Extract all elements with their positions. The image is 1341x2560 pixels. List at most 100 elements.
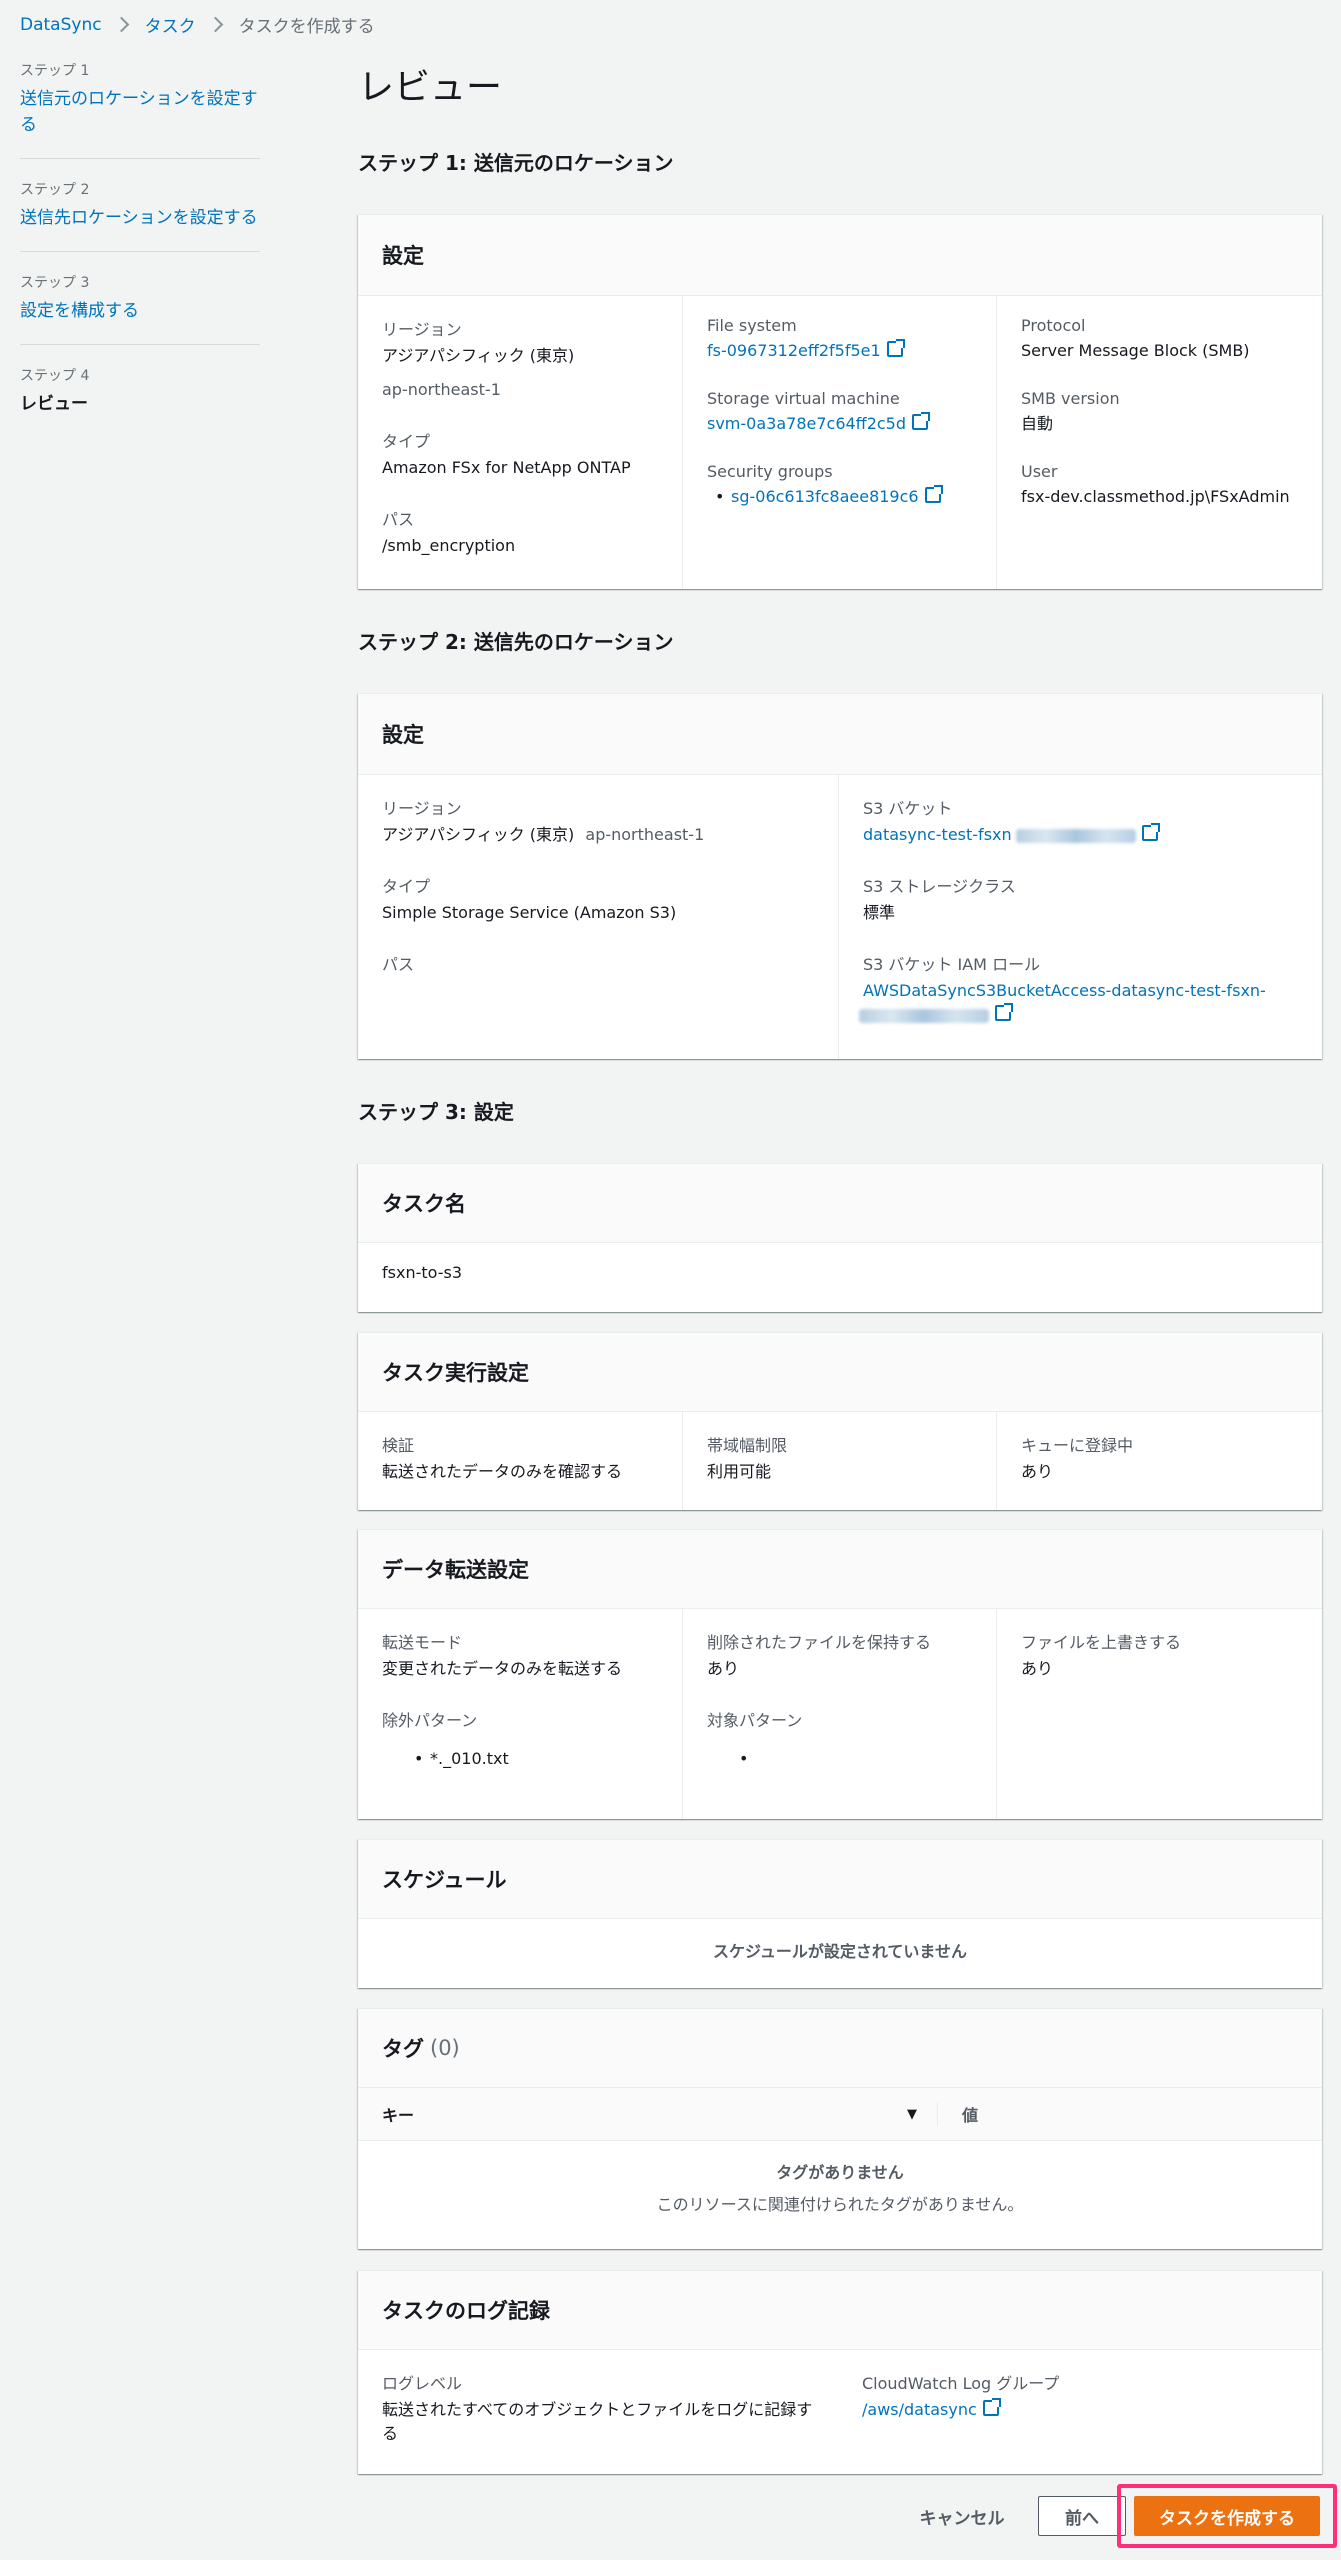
- external-link-icon: [995, 1003, 1013, 1021]
- svm-link[interactable]: svm-0a3a78e7c64ff2c5d: [707, 412, 982, 436]
- tags-key-column[interactable]: キー ▼: [358, 2102, 938, 2126]
- tags-count: (0): [430, 2036, 460, 2060]
- step1-heading: ステップ 1: 送信元のロケーション: [358, 151, 674, 175]
- iam-role-link[interactable]: AWSDataSyncS3BucketAccess-datasync-test-…: [859, 979, 1308, 1027]
- verify-label: 検証: [382, 1436, 415, 1455]
- breadcrumb-datasync-link[interactable]: DataSync: [20, 15, 102, 35]
- page-title: レビュー: [358, 67, 503, 108]
- schedule-card: スケジュール スケジュールが設定されていません: [358, 1839, 1322, 1988]
- s3-bucket-link[interactable]: datasync-test-fsxn: [863, 823, 1308, 847]
- queue-value: あり: [1021, 1462, 1054, 1481]
- nav-step-source-link[interactable]: 送信元のロケーションを設定する: [20, 86, 260, 138]
- bandwidth-label: 帯域幅制限: [707, 1436, 788, 1455]
- include-pattern-label: 対象パターン: [707, 1711, 803, 1730]
- security-group-item: • sg-06c613fc8aee819c6: [707, 485, 982, 509]
- tags-table-header: キー ▼ 値: [358, 2088, 1322, 2141]
- nav-step-number: ステップ 2: [20, 182, 90, 198]
- user-label: User: [1021, 462, 1058, 481]
- region-code: ap-northeast-1: [585, 825, 705, 844]
- chevron-right-icon: [207, 16, 223, 33]
- region-label: リージョン: [382, 799, 462, 818]
- breadcrumb-current: タスクを作成する: [238, 17, 375, 37]
- source-col-3: Protocol Server Message Block (SMB) SMB …: [996, 296, 1322, 589]
- step3-heading: ステップ 3: 設定: [358, 1100, 514, 1124]
- log-col-1: ログレベル 転送されたすべてのオブジェクトとファイルをログに記録する: [358, 2350, 838, 2474]
- cancel-button[interactable]: キャンセル: [900, 2496, 1024, 2536]
- region-code: ap-northeast-1: [382, 380, 501, 399]
- dest-col-2: S3 バケット datasync-test-fsxn S3 ストレージクラス 標…: [838, 775, 1322, 1059]
- step2-heading: ステップ 2: 送信先のロケーション: [358, 630, 674, 654]
- storage-class-label: S3 ストレージクラス: [863, 877, 1016, 896]
- card-title: データ転送設定: [358, 1530, 1322, 1609]
- card-title: タグ: [382, 2037, 424, 2061]
- keep-deleted-value: あり: [707, 1659, 740, 1678]
- exclude-pattern-item: • *._010.txt: [414, 1749, 509, 1768]
- path-value: /smb_encryption: [382, 536, 516, 555]
- source-col-2: File system fs-0967312eff2f5f5e1 Storage…: [682, 296, 996, 589]
- previous-button[interactable]: 前へ: [1038, 2496, 1126, 2536]
- transfer-col-2: 削除されたファイルを保持する あり 対象パターン •: [682, 1609, 996, 1819]
- user-value: fsx-dev.classmethod.jp\FSxAdmin: [1021, 487, 1290, 506]
- exclude-pattern-label: 除外パターン: [382, 1711, 478, 1730]
- cloudwatch-log-group-link[interactable]: /aws/datasync: [862, 2398, 1308, 2422]
- log-level-value: 転送されたすべてのオブジェクトとファイルをログに記録する: [382, 2400, 813, 2443]
- source-col-1: リージョン アジアパシフィック (東京) ap-northeast-1 タイプ …: [358, 296, 682, 589]
- type-label: タイプ: [382, 877, 431, 896]
- log-col-2: CloudWatch Log グループ /aws/datasync: [838, 2350, 1322, 2474]
- tags-empty-title: タグがありません: [776, 2163, 904, 2182]
- security-group-link[interactable]: sg-06c613fc8aee819c6: [731, 485, 943, 506]
- card-title: タスク名: [358, 1164, 1322, 1243]
- exec-col-2: 帯域幅制限 利用可能: [682, 1412, 996, 1510]
- exec-col-1: 検証 転送されたデータのみを確認する: [358, 1412, 682, 1510]
- exec-col-3: キューに登録中 あり: [996, 1412, 1322, 1510]
- task-name-card: タスク名 fsxn-to-s3: [358, 1163, 1322, 1312]
- card-title: タスク実行設定: [358, 1333, 1322, 1412]
- card-title: 設定: [358, 215, 1322, 296]
- nav-step-destination-link[interactable]: 送信先ロケーションを設定する: [20, 205, 260, 231]
- wizard-steps-nav: ステップ 1 送信元のロケーションを設定する ステップ 2 送信先ロケーションを…: [20, 60, 260, 457]
- queue-label: キューに登録中: [1021, 1436, 1134, 1455]
- tags-card: タグ (0) キー ▼ 値 タグがありません このリソースに関連付けられたタグが…: [358, 2008, 1322, 2249]
- file-system-label: File system: [707, 316, 797, 335]
- transfer-mode-label: 転送モード: [382, 1633, 463, 1652]
- include-pattern-item: •: [739, 1749, 749, 1768]
- svm-label: Storage virtual machine: [707, 389, 900, 408]
- task-logging-card: タスクのログ記録 ログレベル 転送されたすべてのオブジェクトとファイルをログに記…: [358, 2270, 1322, 2474]
- redacted-text: [1015, 828, 1136, 843]
- create-task-button[interactable]: タスクを作成する: [1134, 2496, 1320, 2536]
- task-name-value: fsxn-to-s3: [382, 1263, 462, 1282]
- step1-settings-card: 設定 リージョン アジアパシフィック (東京) ap-northeast-1 タ…: [358, 214, 1322, 589]
- iam-role-label: S3 バケット IAM ロール: [863, 955, 1041, 974]
- task-execution-card: タスク実行設定 検証 転送されたデータのみを確認する 帯域幅制限 利用可能 キュ…: [358, 1332, 1322, 1510]
- step2-settings-card: 設定 リージョン アジアパシフィック (東京) ap-northeast-1 タ…: [358, 693, 1322, 1059]
- chevron-right-icon: [113, 16, 129, 33]
- nav-step-number: ステップ 1: [20, 63, 90, 79]
- redacted-text: [859, 1008, 989, 1023]
- path-label: パス: [382, 510, 415, 529]
- external-link-icon: [886, 339, 905, 357]
- nav-step-1: ステップ 1 送信元のロケーションを設定する: [20, 60, 260, 159]
- data-transfer-card: データ転送設定 転送モード 変更されたデータのみを転送する 除外パターン • *.…: [358, 1529, 1322, 1819]
- dest-col-1: リージョン アジアパシフィック (東京) ap-northeast-1 タイプ …: [358, 775, 838, 1059]
- protocol-label: Protocol: [1021, 316, 1086, 335]
- nav-step-3: ステップ 3 設定を構成する: [20, 272, 260, 345]
- region-value: アジアパシフィック (東京): [382, 825, 575, 844]
- nav-step-2: ステップ 2 送信先ロケーションを設定する: [20, 179, 260, 252]
- nav-step-4: ステップ 4 レビュー: [20, 365, 260, 437]
- bandwidth-value: 利用可能: [707, 1462, 772, 1481]
- file-system-link[interactable]: fs-0967312eff2f5f5e1: [707, 339, 982, 363]
- region-value: アジアパシフィック (東京): [382, 346, 575, 365]
- cloudwatch-label: CloudWatch Log グループ: [862, 2374, 1060, 2393]
- external-link-icon: [1141, 823, 1160, 841]
- transfer-mode-value: 変更されたデータのみを転送する: [382, 1659, 623, 1678]
- verify-value: 転送されたデータのみを確認する: [382, 1462, 623, 1481]
- nav-step-settings-link[interactable]: 設定を構成する: [20, 298, 260, 324]
- s3-bucket-label: S3 バケット: [863, 799, 953, 818]
- storage-class-value: 標準: [863, 903, 896, 922]
- nav-step-review-current: レビュー: [20, 394, 88, 414]
- card-title: タスクのログ記録: [358, 2271, 1322, 2350]
- schedule-empty-text: スケジュールが設定されていません: [713, 1942, 967, 1961]
- protocol-value: Server Message Block (SMB): [1021, 341, 1250, 360]
- breadcrumb-tasks-link[interactable]: タスク: [145, 12, 196, 37]
- external-link-icon: [982, 2398, 1001, 2416]
